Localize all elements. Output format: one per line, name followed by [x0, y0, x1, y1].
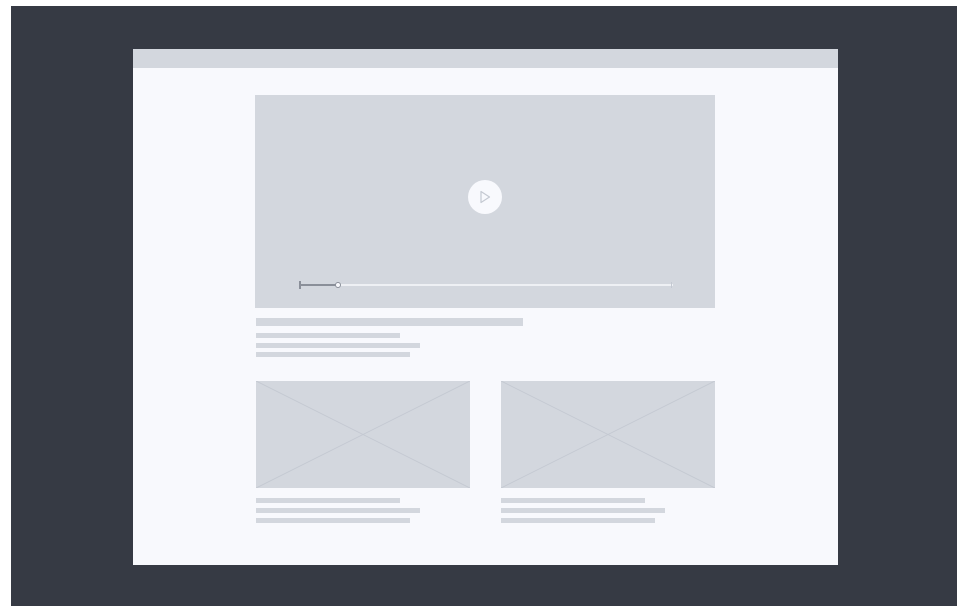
browser-window — [133, 49, 838, 565]
video-scrubber-track[interactable] — [299, 284, 673, 286]
card-right-text-line — [501, 498, 645, 503]
video-title-placeholder — [256, 318, 523, 326]
card-left-text-line — [256, 498, 400, 503]
video-scrubber-handle[interactable] — [335, 282, 341, 288]
video-description-line — [256, 333, 400, 338]
video-player[interactable] — [255, 95, 715, 308]
play-button[interactable] — [468, 180, 502, 214]
page-content — [133, 68, 838, 565]
image-placeholder-left[interactable] — [256, 381, 470, 488]
card-left-text-line — [256, 518, 410, 523]
card-right-text-line — [501, 518, 655, 523]
image-placeholder-icon — [256, 381, 470, 488]
image-placeholder-right[interactable] — [501, 381, 715, 488]
card-left-text-line — [256, 508, 420, 513]
video-scrubber-start-tick — [299, 281, 301, 289]
video-scrubber-progress — [299, 284, 338, 286]
play-icon — [480, 190, 491, 204]
video-description-line — [256, 343, 420, 348]
video-scrubber-end-tick — [671, 282, 672, 288]
card-right-text-line — [501, 508, 665, 513]
video-description-line — [256, 352, 410, 357]
image-placeholder-icon — [501, 381, 715, 488]
window-titlebar — [133, 49, 838, 68]
